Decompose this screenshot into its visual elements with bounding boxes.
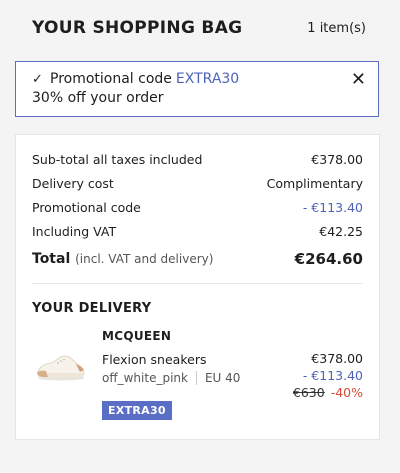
item-price: €378.00 [311,351,363,366]
delivery-title: YOUR DELIVERY [32,301,152,316]
promo-code: EXTRA30 [175,71,240,87]
bag-header: YOUR SHOPPING BAG 1 item(s) [32,14,366,42]
divider [32,283,363,284]
cart-item: MCQUEEN Flexion sneakers off_white_pink … [32,329,363,434]
promo-discount-value: - €113.40 [302,199,363,215]
total-label: Total [32,251,71,267]
promo-discount-row: Promotional code - €113.40 [32,195,363,219]
vat-value: €42.25 [319,223,363,239]
item-prices: €378.00 - €113.40 €630 -40% [293,350,363,401]
close-icon[interactable]: ✕ [351,71,366,89]
check-icon: ✓ [32,71,43,87]
page-title: YOUR SHOPPING BAG [32,18,243,38]
subtotal-label: Sub-total all taxes included [32,151,203,167]
item-size: EU 40 [204,371,241,385]
vat-label: Including VAT [32,223,117,239]
item-percent-off: -40% [330,385,363,400]
meta-separator [195,371,197,385]
promo-description: 30% off your order [32,90,164,106]
total-row: Total (incl. VAT and delivery) €264.60 [32,245,363,273]
price-summary: Sub-total all taxes included €378.00 Del… [16,135,379,273]
item-color: off_white_pink [102,371,188,385]
delivery-cost-row: Delivery cost Complimentary [32,171,363,195]
promo-code-banner: ✓ Promotional code EXTRA30 30% off your … [15,61,379,117]
subtotal-value: €378.00 [311,151,363,167]
total-value: €264.60 [294,250,363,268]
order-summary-card: Sub-total all taxes included €378.00 Del… [15,134,380,440]
delivery-cost-value: Complimentary [266,175,363,191]
item-original-price: €630 [292,385,325,400]
item-brand: MCQUEEN [102,329,172,343]
vat-row: Including VAT €42.25 [32,219,363,243]
total-note: (incl. VAT and delivery) [75,252,214,266]
item-name[interactable]: Flexion sneakers [102,352,240,367]
subtotal-row: Sub-total all taxes included €378.00 [32,147,363,171]
item-count: 1 item(s) [307,20,366,36]
promo-label: Promotional code [50,71,172,87]
item-discount: - €113.40 [302,368,363,383]
promo-discount-label: Promotional code [32,199,141,215]
sneaker-thumbnail[interactable] [34,347,86,383]
promo-badge: EXTRA30 [102,401,172,420]
delivery-cost-label: Delivery cost [32,175,114,191]
